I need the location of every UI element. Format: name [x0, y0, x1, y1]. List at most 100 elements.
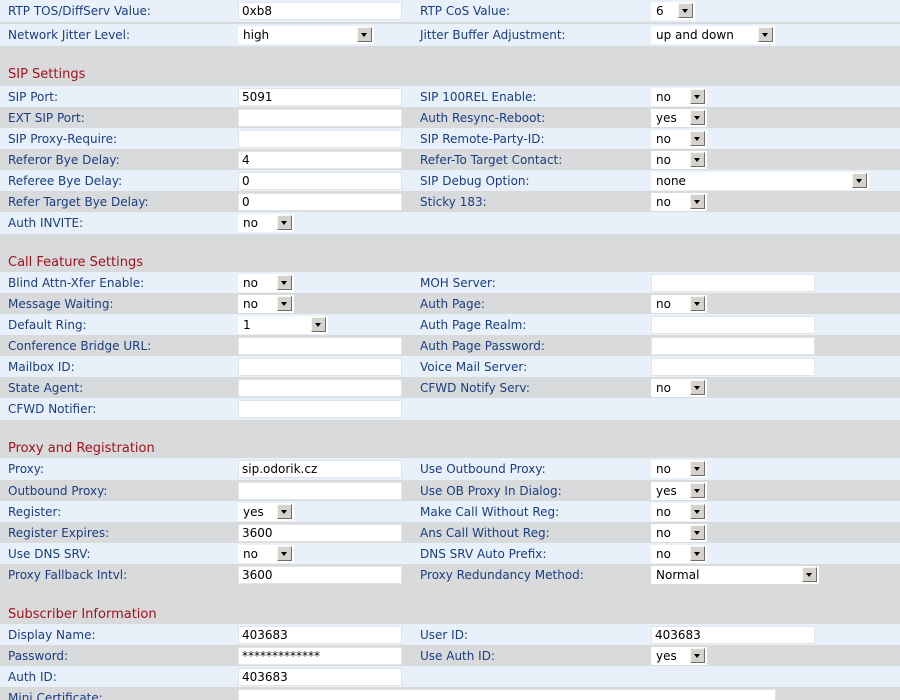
auth-resync-select[interactable]: yes: [651, 109, 707, 127]
moh-server-input[interactable]: [651, 274, 815, 292]
mini-certificate-input[interactable]: [238, 689, 776, 700]
chevron-down-icon[interactable]: [690, 131, 705, 146]
ext-sip-port-input[interactable]: [238, 109, 402, 127]
refer-to-target-select[interactable]: no: [651, 151, 707, 169]
chevron-down-icon[interactable]: [277, 546, 292, 561]
default-ring-select[interactable]: 1: [238, 316, 328, 334]
cfwd-notify-serv-select[interactable]: no: [651, 379, 707, 397]
chevron-down-icon[interactable]: [690, 546, 705, 561]
chevron-down-icon[interactable]: [802, 567, 817, 582]
chevron-down-icon[interactable]: [678, 3, 693, 18]
network-jitter-select[interactable]: high: [238, 26, 374, 44]
blind-attn-select[interactable]: no: [238, 274, 294, 292]
refer-to-target-value: no: [656, 153, 671, 167]
chevron-down-icon[interactable]: [357, 27, 372, 42]
chevron-down-icon[interactable]: [690, 504, 705, 519]
conference-bridge-label: Conference Bridge URL:: [8, 339, 152, 353]
state-agent-label: State Agent:: [8, 381, 84, 395]
chevron-down-icon[interactable]: [758, 27, 773, 42]
use-outbound-proxy-select[interactable]: no: [651, 460, 707, 478]
auth-resync-value: yes: [656, 111, 677, 125]
use-dns-srv-select[interactable]: no: [238, 545, 294, 563]
row-sip-port: SIP Port: 5091 SIP 100REL Enable: no: [0, 86, 900, 108]
chevron-down-icon[interactable]: [690, 296, 705, 311]
refer-target-bye-input[interactable]: 0: [238, 193, 402, 211]
sip-debug-select[interactable]: none: [651, 172, 869, 190]
jitter-buffer-select[interactable]: up and down: [651, 26, 775, 44]
sip-port-input[interactable]: 5091: [238, 88, 402, 106]
auth-invite-select[interactable]: no: [238, 214, 294, 232]
chevron-down-icon[interactable]: [690, 483, 705, 498]
proxy-fallback-input[interactable]: 3600: [238, 566, 402, 584]
chevron-down-icon[interactable]: [277, 275, 292, 290]
conference-bridge-input[interactable]: [238, 337, 402, 355]
auth-page-password-input[interactable]: [651, 337, 815, 355]
row-proxy: Proxy: sip.odorik.cz Use Outbound Proxy:…: [0, 458, 900, 480]
register-expires-input[interactable]: 3600: [238, 524, 402, 542]
password-input[interactable]: *************: [238, 647, 402, 665]
auth-page-password-label: Auth Page Password:: [420, 339, 545, 353]
password-label: Password:: [8, 649, 69, 663]
mailbox-id-input[interactable]: [238, 358, 402, 376]
row-rtp-tos: RTP TOS/DiffServ Value: 0xb8 RTP CoS Val…: [0, 0, 900, 22]
register-value: yes: [243, 505, 264, 519]
sip-100rel-select[interactable]: no: [651, 88, 707, 106]
chevron-down-icon[interactable]: [852, 173, 867, 188]
chevron-down-icon[interactable]: [690, 461, 705, 476]
user-id-input[interactable]: 403683: [651, 626, 815, 644]
chevron-down-icon[interactable]: [690, 648, 705, 663]
voice-mail-server-input[interactable]: [651, 358, 815, 376]
default-ring-label: Default Ring:: [8, 318, 87, 332]
message-waiting-label: Message Waiting:: [8, 297, 114, 311]
section-sip-settings: SIP Settings: [0, 62, 900, 84]
use-dns-srv-label: Use DNS SRV:: [8, 547, 91, 561]
sticky-183-value: no: [656, 195, 671, 209]
register-select[interactable]: yes: [238, 503, 294, 521]
use-ob-proxy-dialog-select[interactable]: yes: [651, 482, 707, 500]
sticky-183-select[interactable]: no: [651, 193, 707, 211]
auth-page-realm-input[interactable]: [651, 316, 815, 334]
make-call-without-reg-value: no: [656, 505, 671, 519]
use-ob-proxy-dialog-value: yes: [656, 484, 677, 498]
rtp-tos-input[interactable]: 0xb8: [238, 2, 402, 20]
referor-bye-input[interactable]: 4: [238, 151, 402, 169]
cfwd-notifier-input[interactable]: [238, 400, 402, 418]
row-state-agent: State Agent: CFWD Notify Serv: no: [0, 377, 900, 399]
make-call-without-reg-select[interactable]: no: [651, 503, 707, 521]
ans-call-without-reg-select[interactable]: no: [651, 524, 707, 542]
sip-proxy-require-input[interactable]: [238, 130, 402, 148]
use-outbound-proxy-label: Use Outbound Proxy:: [420, 462, 546, 476]
sip-remote-party-select[interactable]: no: [651, 130, 707, 148]
message-waiting-select[interactable]: no: [238, 295, 294, 313]
state-agent-input[interactable]: [238, 379, 402, 397]
display-name-input[interactable]: 403683: [238, 626, 402, 644]
section-call-feature-settings: Call Feature Settings: [0, 250, 900, 272]
chevron-down-icon[interactable]: [277, 296, 292, 311]
referee-bye-input[interactable]: 0: [238, 172, 402, 190]
chevron-down-icon[interactable]: [690, 380, 705, 395]
settings-page: RTP TOS/DiffServ Value: 0xb8 RTP CoS Val…: [0, 0, 900, 700]
outbound-proxy-input[interactable]: [238, 482, 402, 500]
chevron-down-icon[interactable]: [277, 215, 292, 230]
ext-sip-port-label: EXT SIP Port:: [8, 111, 85, 125]
auth-page-select[interactable]: no: [651, 295, 707, 313]
row-register: Register: yes Make Call Without Reg: no: [0, 501, 900, 523]
dns-srv-auto-prefix-select[interactable]: no: [651, 545, 707, 563]
chevron-down-icon[interactable]: [311, 317, 326, 332]
rtp-cos-select[interactable]: 6: [651, 2, 695, 20]
chevron-down-icon[interactable]: [690, 89, 705, 104]
proxy-input[interactable]: sip.odorik.cz: [238, 460, 402, 478]
chevron-down-icon[interactable]: [277, 504, 292, 519]
sip-port-label: SIP Port:: [8, 90, 59, 104]
rtp-tos-label: RTP TOS/DiffServ Value:: [8, 4, 151, 18]
chevron-down-icon[interactable]: [690, 152, 705, 167]
proxy-redundancy-select[interactable]: Normal: [651, 566, 819, 584]
auth-id-input[interactable]: 403683: [238, 668, 402, 686]
rtp-cos-value: 6: [656, 4, 664, 18]
row-refer-target-bye: Refer Target Bye Delay: 0 Sticky 183: no: [0, 191, 900, 213]
chevron-down-icon[interactable]: [690, 110, 705, 125]
use-auth-id-select[interactable]: yes: [651, 647, 707, 665]
chevron-down-icon[interactable]: [690, 525, 705, 540]
dns-srv-auto-prefix-label: DNS SRV Auto Prefix:: [420, 547, 547, 561]
chevron-down-icon[interactable]: [690, 194, 705, 209]
